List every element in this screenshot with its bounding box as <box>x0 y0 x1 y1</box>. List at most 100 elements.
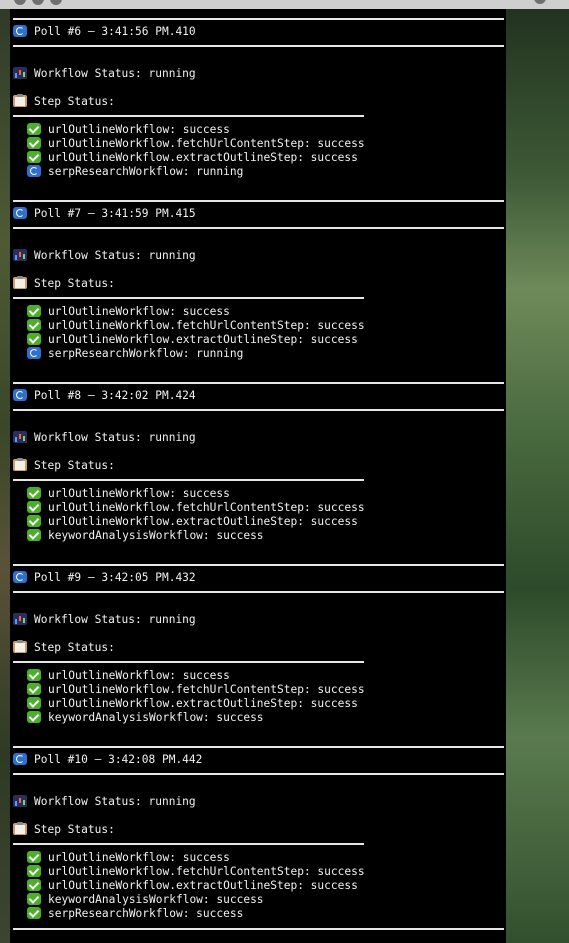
step-status-row: keywordAnalysisWorkflow: success <box>27 711 264 725</box>
poll-header-text: Poll #9 – 3:42:05 PM.432 <box>34 571 196 584</box>
check-icon <box>27 711 41 723</box>
separator-line <box>13 843 364 845</box>
step-status-row: urlOutlineWorkflow.extractOutlineStep: s… <box>27 333 358 347</box>
step-status-row-text: urlOutlineWorkflow: success <box>48 305 230 318</box>
separator-line <box>13 18 504 20</box>
step-status-row: urlOutlineWorkflow: success <box>27 851 230 865</box>
workflow-status: Workflow Status: running <box>13 67 196 81</box>
step-status-row: urlOutlineWorkflow.fetchUrlContentStep: … <box>27 137 365 151</box>
window-control-right[interactable] <box>534 0 546 4</box>
step-status-row-text: urlOutlineWorkflow.extractOutlineStep: s… <box>48 151 358 164</box>
refresh-icon <box>13 753 27 765</box>
step-status-row: urlOutlineWorkflow.fetchUrlContentStep: … <box>27 501 365 515</box>
separator-line <box>13 773 504 775</box>
step-status-row-text: urlOutlineWorkflow.fetchUrlContentStep: … <box>48 319 365 332</box>
step-status-row-text: urlOutlineWorkflow.fetchUrlContentStep: … <box>48 683 365 696</box>
step-status-row: keywordAnalysisWorkflow: success <box>27 529 264 543</box>
step-status-row-text: urlOutlineWorkflow: success <box>48 851 230 864</box>
check-icon <box>27 865 41 877</box>
close-window-button[interactable] <box>14 0 26 5</box>
check-icon <box>27 487 41 499</box>
step-status-row-text: urlOutlineWorkflow.fetchUrlContentStep: … <box>48 137 365 150</box>
step-status-row-text: urlOutlineWorkflow.extractOutlineStep: s… <box>48 515 358 528</box>
separator-line <box>13 479 364 481</box>
poll-header-text: Poll #10 – 3:42:08 PM.442 <box>34 753 203 766</box>
clipboard-icon <box>13 640 27 653</box>
check-icon <box>27 851 41 863</box>
check-icon <box>27 515 41 527</box>
bar-chart-icon <box>13 67 27 79</box>
step-status-heading-text: Step Status: <box>34 459 115 472</box>
refresh-icon <box>13 207 27 219</box>
step-status-heading: Step Status: <box>13 458 115 473</box>
clipboard-icon <box>13 276 27 289</box>
step-status-row: urlOutlineWorkflow: success <box>27 123 230 137</box>
step-status-row: serpResearchWorkflow: success <box>27 907 243 921</box>
step-status-heading: Step Status: <box>13 640 115 655</box>
step-status-row: serpResearchWorkflow: running <box>27 165 243 179</box>
poll-header: Poll #7 – 3:41:59 PM.415 <box>13 207 196 221</box>
poll-header: Poll #8 – 3:42:02 PM.424 <box>13 389 196 403</box>
step-status-row-text: urlOutlineWorkflow: success <box>48 487 230 500</box>
zoom-window-button[interactable] <box>50 0 62 5</box>
bar-chart-icon <box>13 613 27 625</box>
step-status-heading: Step Status: <box>13 822 115 837</box>
step-status-row: urlOutlineWorkflow: success <box>27 305 230 319</box>
step-status-heading-text: Step Status: <box>34 641 115 654</box>
step-status-row: urlOutlineWorkflow.extractOutlineStep: s… <box>27 697 358 711</box>
workflow-status: Workflow Status: running <box>13 249 196 263</box>
separator-line <box>13 115 364 117</box>
refresh-icon <box>13 25 27 37</box>
window-title-bar <box>0 0 569 9</box>
workflow-status: Workflow Status: running <box>13 613 196 627</box>
poll-header: Poll #9 – 3:42:05 PM.432 <box>13 571 196 585</box>
step-status-heading-text: Step Status: <box>34 277 115 290</box>
step-status-row: urlOutlineWorkflow: success <box>27 669 230 683</box>
check-icon <box>27 879 41 891</box>
step-status-row: urlOutlineWorkflow.extractOutlineStep: s… <box>27 515 358 529</box>
check-icon <box>27 697 41 709</box>
step-status-heading-text: Step Status: <box>34 95 115 108</box>
desktop-wallpaper-left <box>0 9 10 943</box>
step-status-row: urlOutlineWorkflow.extractOutlineStep: s… <box>27 151 358 165</box>
workflow-status-text: Workflow Status: running <box>34 613 196 626</box>
workflow-status: Workflow Status: running <box>13 795 196 809</box>
check-icon <box>27 319 41 331</box>
step-status-row: urlOutlineWorkflow.fetchUrlContentStep: … <box>27 865 365 879</box>
step-status-row-text: urlOutlineWorkflow.extractOutlineStep: s… <box>48 879 358 892</box>
separator-line <box>13 746 504 748</box>
step-status-row-text: keywordAnalysisWorkflow: success <box>48 711 264 724</box>
refresh-icon <box>27 165 41 177</box>
step-status-row-text: serpResearchWorkflow: success <box>48 907 244 920</box>
poll-header: Poll #10 – 3:42:08 PM.442 <box>13 753 202 767</box>
workflow-status-text: Workflow Status: running <box>34 249 196 262</box>
check-icon <box>27 893 41 905</box>
clipboard-icon <box>13 94 27 107</box>
separator-line <box>13 200 504 202</box>
workflow-status-text: Workflow Status: running <box>34 795 196 808</box>
check-icon <box>27 137 41 149</box>
check-icon <box>27 305 41 317</box>
terminal-output[interactable]: Poll #6 – 3:41:56 PM.410 Workflow Status:… <box>10 9 506 943</box>
step-status-heading: Step Status: <box>13 94 115 109</box>
desktop-wallpaper-right <box>506 9 569 943</box>
step-status-row: urlOutlineWorkflow.extractOutlineStep: s… <box>27 879 358 893</box>
step-status-row: urlOutlineWorkflow.fetchUrlContentStep: … <box>27 683 365 697</box>
separator-line <box>13 591 504 593</box>
step-status-row: keywordAnalysisWorkflow: success <box>27 893 264 907</box>
refresh-icon <box>13 571 27 583</box>
separator-line <box>13 227 504 229</box>
step-status-row-text: urlOutlineWorkflow.extractOutlineStep: s… <box>48 697 358 710</box>
check-icon <box>27 907 41 919</box>
check-icon <box>27 501 41 513</box>
bar-chart-icon <box>13 795 27 807</box>
step-status-row-text: keywordAnalysisWorkflow: success <box>48 893 264 906</box>
separator-line <box>13 928 504 930</box>
poll-header-text: Poll #7 – 3:41:59 PM.415 <box>34 207 196 220</box>
minimize-window-button[interactable] <box>32 0 44 5</box>
separator-line <box>13 297 364 299</box>
separator-line <box>13 409 504 411</box>
step-status-row-text: serpResearchWorkflow: running <box>48 165 244 178</box>
check-icon <box>27 151 41 163</box>
separator-line <box>13 661 364 663</box>
